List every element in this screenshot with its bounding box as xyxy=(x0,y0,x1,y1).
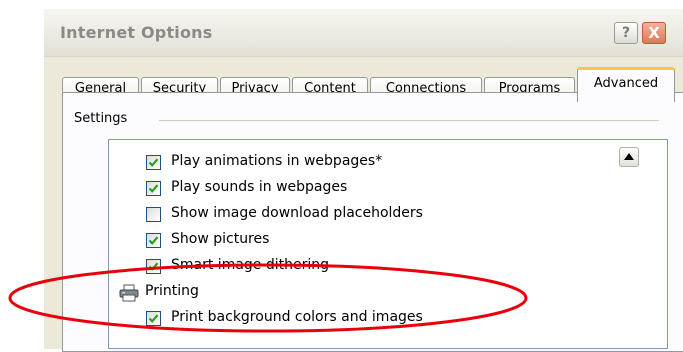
tab-advanced[interactable]: Advanced xyxy=(577,67,675,102)
title-bar[interactable]: Internet Options ? X xyxy=(44,9,683,57)
setting-label: Smart image dithering xyxy=(171,257,330,273)
setting-label: Show pictures xyxy=(171,231,270,247)
settings-group-divider xyxy=(159,120,659,121)
checkbox[interactable] xyxy=(146,181,161,196)
dialog-title: Internet Options xyxy=(60,23,213,42)
checkbox[interactable] xyxy=(146,259,161,274)
setting-row-play-animations[interactable]: Play animations in webpages* xyxy=(109,150,609,176)
setting-row-show-pictures[interactable]: Show pictures xyxy=(109,228,609,254)
settings-list[interactable]: Play animations in webpages* Play sounds… xyxy=(108,139,668,349)
checkmark-icon xyxy=(148,262,159,271)
checkbox[interactable] xyxy=(146,207,161,222)
category-label: Printing xyxy=(145,283,199,299)
checkmark-icon xyxy=(148,184,159,193)
setting-label: Print background colors and images xyxy=(171,309,423,325)
help-button[interactable]: ? xyxy=(614,22,638,44)
setting-row-smart-dithering[interactable]: Smart image dithering xyxy=(109,254,609,280)
checkbox[interactable] xyxy=(146,233,161,248)
scroll-up-button[interactable] xyxy=(619,147,639,167)
checkmark-icon xyxy=(148,314,159,323)
setting-label: Play animations in webpages* xyxy=(171,153,383,169)
category-row-printing: Printing xyxy=(109,280,609,306)
setting-row-image-placeholders[interactable]: Show image download placeholders xyxy=(109,202,609,228)
setting-row-play-sounds[interactable]: Play sounds in webpages xyxy=(109,176,609,202)
printer-icon xyxy=(119,284,139,302)
checkmark-icon xyxy=(148,236,159,245)
checkbox[interactable] xyxy=(146,311,161,326)
close-button[interactable]: X xyxy=(642,22,666,44)
settings-group-label: Settings xyxy=(74,111,134,126)
chevron-up-icon xyxy=(624,153,634,160)
checkbox[interactable] xyxy=(146,155,161,170)
setting-label: Play sounds in webpages xyxy=(171,179,348,195)
setting-row-print-background[interactable]: Print background colors and images xyxy=(109,306,609,332)
setting-label: Show image download placeholders xyxy=(171,205,423,221)
checkmark-icon xyxy=(148,158,159,167)
